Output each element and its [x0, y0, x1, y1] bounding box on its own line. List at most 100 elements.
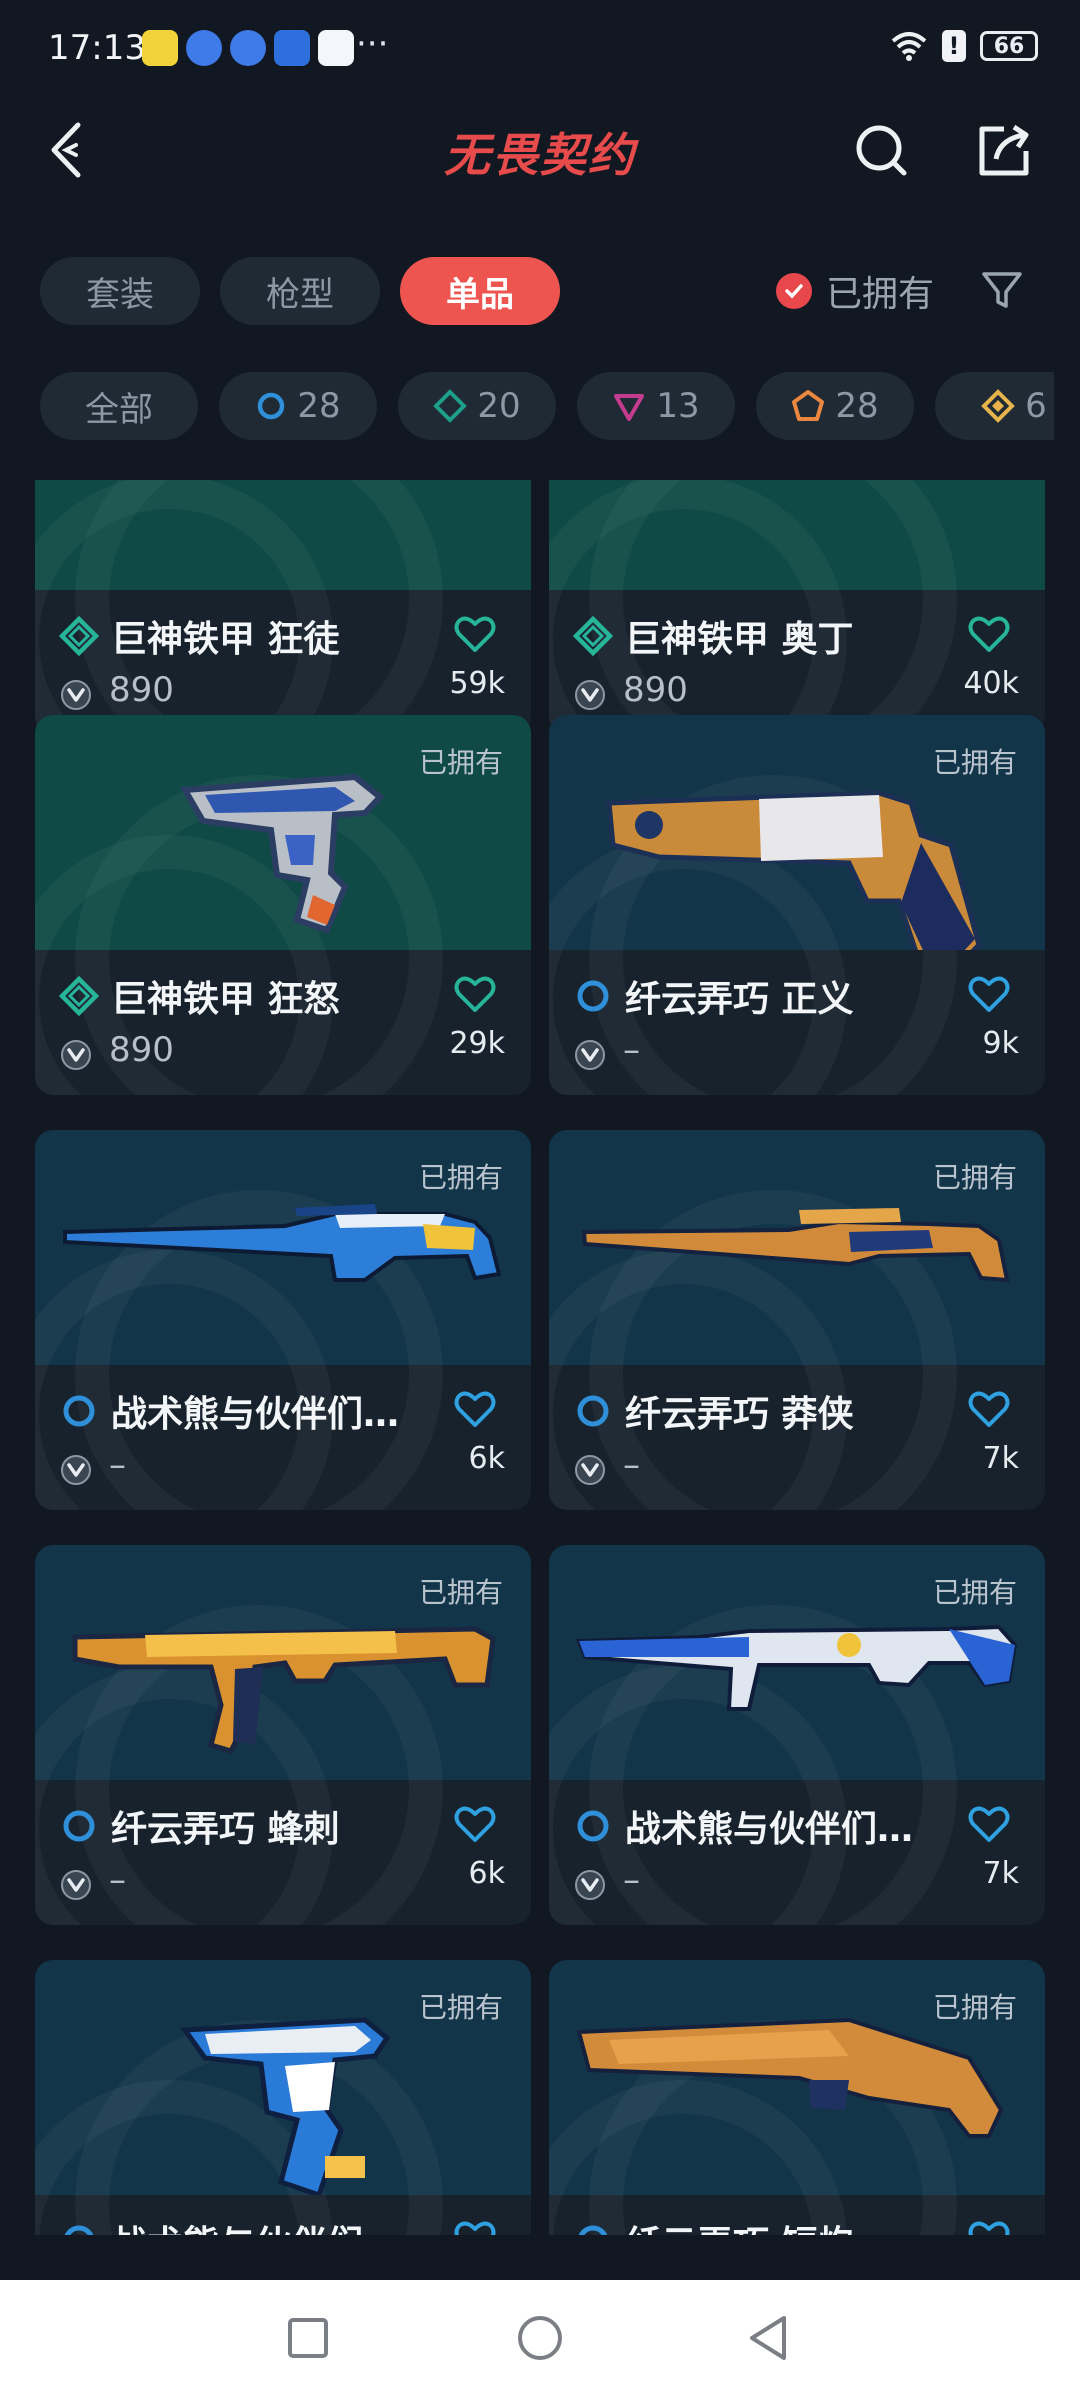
item-name: 纤云弄巧 短炮	[625, 2215, 945, 2235]
owned-filter-toggle[interactable]: 已拥有	[776, 265, 934, 317]
select-tier-icon	[63, 1395, 95, 1427]
rarity-chip-label: 全部	[85, 389, 153, 430]
item-card[interactable]: 巨神铁甲 奥丁 890 40k	[549, 480, 1045, 735]
share-icon[interactable]	[974, 117, 1034, 183]
favorite-heart-icon[interactable]	[453, 1802, 497, 1846]
select-tier-icon	[258, 392, 285, 420]
item-card[interactable]: 已拥有纤云弄巧 短炮–	[549, 1960, 1045, 2235]
vp-currency-icon	[61, 1455, 91, 1485]
status-time: 17:13	[48, 28, 146, 68]
checkbox-checked-icon[interactable]	[776, 273, 812, 309]
home-icon[interactable]	[512, 2310, 568, 2366]
vp-currency-icon	[61, 680, 91, 710]
search-icon[interactable]	[852, 117, 912, 183]
item-card[interactable]: 已拥有 巨神铁甲 狂怒 890 29k	[35, 715, 531, 1095]
rarity-chip-count: 28	[297, 386, 341, 426]
recent-apps-icon[interactable]	[280, 2310, 336, 2366]
item-thumbnail: 已拥有	[549, 1960, 1045, 2235]
wifi-icon	[891, 32, 927, 61]
deluxe-tier-icon	[573, 616, 613, 656]
app-icon-cloud	[318, 30, 354, 66]
vp-currency-icon	[61, 1870, 91, 1900]
select-tier-icon	[577, 1395, 609, 1427]
item-thumbnail	[549, 480, 1045, 735]
tab-bundles[interactable]: 套装	[40, 257, 200, 325]
rarity-chip-count: 13	[656, 386, 700, 426]
item-info: 纤云弄巧 蜂刺 – 6k	[35, 1780, 531, 1925]
item-card[interactable]: 已拥有 纤云弄巧 蜂刺 – 6k	[35, 1545, 531, 1925]
exclusive-tier-icon	[792, 390, 825, 421]
item-info: 巨神铁甲 狂怒 890 29k	[35, 950, 531, 1095]
item-card[interactable]: 已拥有战术熊与伙伴们–	[35, 1960, 531, 2235]
item-likes: 29k	[449, 1026, 505, 1061]
item-thumbnail: 已拥有	[35, 1545, 531, 1925]
top-bar: 无畏契约	[0, 95, 1080, 205]
item-name: 巨神铁甲 狂徒	[111, 619, 340, 660]
item-card[interactable]: 已拥有 纤云弄巧 莽侠 – 7k	[549, 1130, 1045, 1510]
vp-currency-icon	[575, 1870, 605, 1900]
item-card[interactable]: 已拥有 战术熊与伙伴们… – 6k	[35, 1130, 531, 1510]
owned-tag: 已拥有	[932, 1991, 1017, 2024]
rarity-chip-ultra[interactable]: 6	[935, 372, 1054, 440]
favorite-heart-icon[interactable]	[967, 2217, 1011, 2235]
select-tier-icon	[577, 980, 609, 1012]
vp-currency-icon	[575, 680, 605, 710]
item-thumbnail	[35, 480, 531, 735]
nav-back-icon[interactable]	[742, 2310, 798, 2366]
item-price: 890	[623, 670, 688, 710]
favorite-heart-icon[interactable]	[453, 2217, 497, 2235]
item-thumbnail: 已拥有	[549, 1545, 1045, 1925]
favorite-heart-icon[interactable]	[967, 972, 1011, 1016]
rarity-chip-count: 6	[1025, 386, 1047, 426]
app-icon-blue-ball-2	[230, 30, 266, 66]
page-title: 无畏契约	[444, 128, 636, 182]
deluxe-tier-icon	[59, 616, 99, 656]
system-nav-bar	[0, 2280, 1080, 2400]
owned-tag: 已拥有	[418, 1576, 503, 1609]
item-card[interactable]: 已拥有 战术熊与伙伴们… – 7k	[549, 1545, 1045, 1925]
rarity-chip-premium[interactable]: 13	[577, 372, 735, 440]
owned-tag: 已拥有	[932, 1576, 1017, 1609]
select-tier-icon	[64, 2225, 94, 2235]
favorite-heart-icon[interactable]	[967, 612, 1011, 656]
favorite-heart-icon[interactable]	[967, 1387, 1011, 1431]
rarity-chip-deluxe[interactable]: 20	[398, 372, 556, 440]
vp-currency-icon	[575, 1455, 605, 1485]
item-name: 战术熊与伙伴们…	[625, 1809, 914, 1850]
tab-weapon-types[interactable]: 枪型	[220, 257, 380, 325]
status-right: ! 66	[890, 30, 1038, 62]
item-card[interactable]: 已拥有 纤云弄巧 正义 – 9k	[549, 715, 1045, 1095]
rarity-filter-row: 全部 28 20 13 28 6	[40, 372, 1054, 440]
filter-icon[interactable]	[980, 268, 1024, 312]
item-info: 纤云弄巧 莽侠 – 7k	[549, 1365, 1045, 1510]
item-grid: 巨神铁甲 狂徒 890 59k 巨神铁甲 奥丁 890 40k 已拥有 巨神铁甲 狂怒 890 2…	[0, 480, 1080, 2235]
item-name: 战术熊与伙伴们	[111, 2215, 431, 2235]
item-likes: 7k	[982, 1441, 1019, 1476]
app-icon-yellow	[142, 30, 178, 66]
tab-single-items[interactable]: 单品	[400, 257, 560, 325]
favorite-heart-icon[interactable]	[967, 1802, 1011, 1846]
favorite-heart-icon[interactable]	[453, 972, 497, 1016]
select-tier-icon	[577, 1810, 609, 1842]
rarity-chip-count: 28	[835, 386, 879, 426]
item-thumbnail: 已拥有	[35, 1130, 531, 1510]
deluxe-tier-icon	[59, 976, 99, 1016]
item-price: –	[623, 1445, 640, 1485]
select-tier-icon	[578, 2225, 608, 2235]
ultra-tier-icon	[981, 389, 1016, 423]
item-price: –	[109, 1860, 126, 1900]
item-name: 纤云弄巧 蜂刺	[111, 1809, 340, 1850]
rarity-chip-all[interactable]: 全部	[40, 372, 198, 440]
rarity-chip-count: 20	[477, 386, 521, 426]
rarity-chip-exclusive[interactable]: 28	[756, 372, 914, 440]
favorite-heart-icon[interactable]	[453, 612, 497, 656]
rarity-chip-select[interactable]: 28	[219, 372, 377, 440]
status-more-dots: ···	[356, 24, 389, 64]
item-price: –	[623, 1030, 640, 1070]
item-price: –	[623, 1860, 640, 1900]
item-price: 890	[109, 1030, 174, 1070]
item-card[interactable]: 巨神铁甲 狂徒 890 59k	[35, 480, 531, 735]
item-name: 纤云弄巧 莽侠	[625, 1394, 854, 1435]
favorite-heart-icon[interactable]	[453, 1387, 497, 1431]
owned-tag: 已拥有	[418, 1991, 503, 2024]
